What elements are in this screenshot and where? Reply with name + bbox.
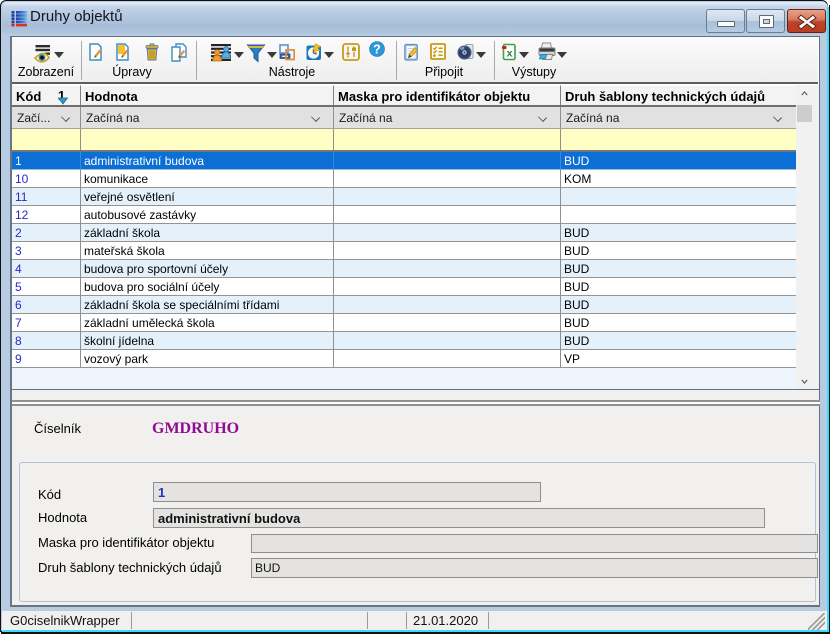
svg-text:x: x	[507, 48, 513, 60]
svg-text:?: ?	[373, 43, 381, 57]
